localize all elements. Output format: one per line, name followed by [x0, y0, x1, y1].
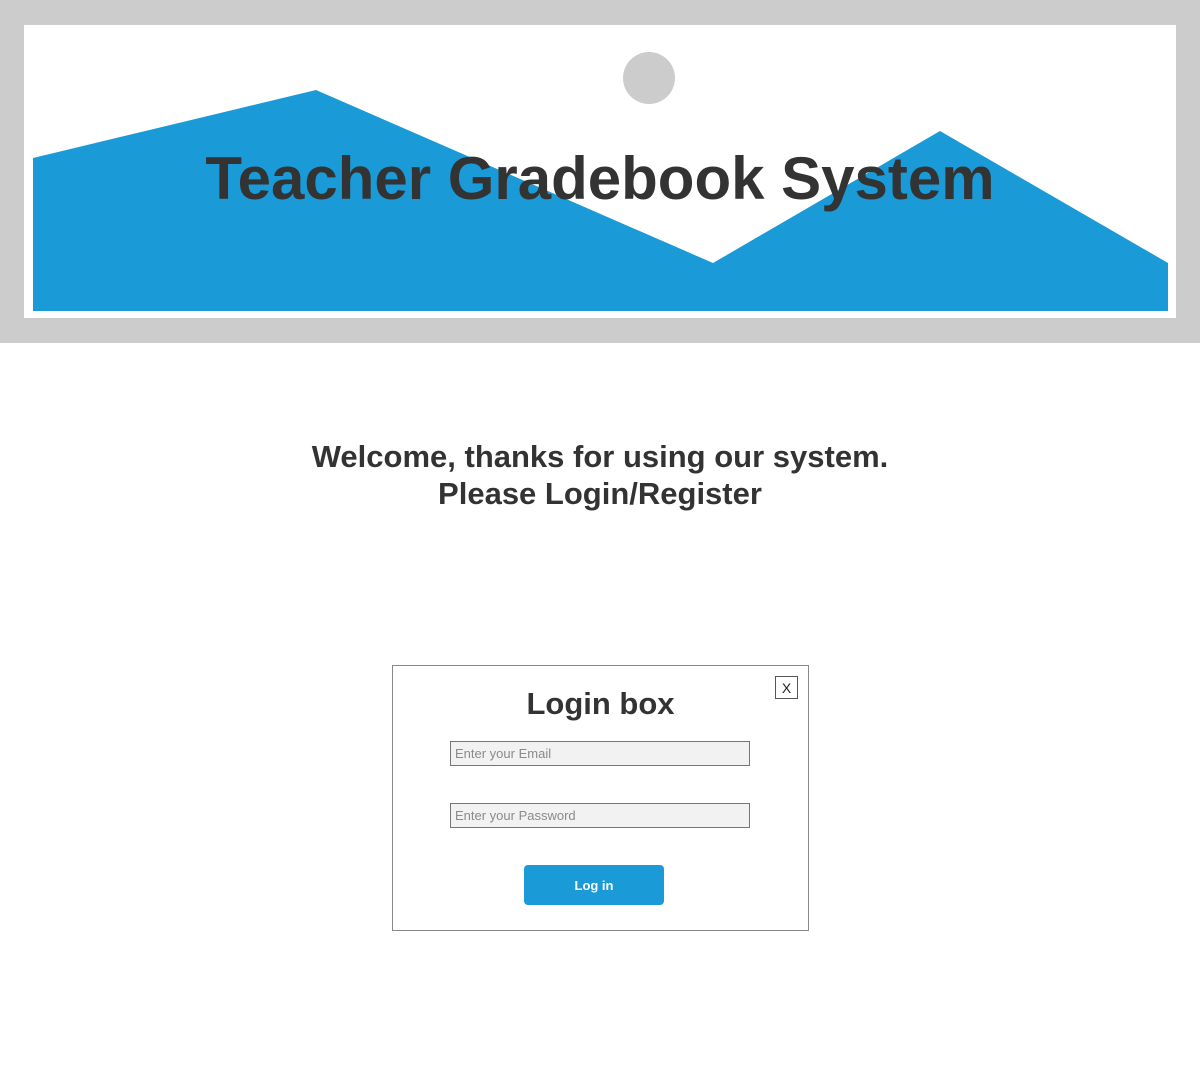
- site-title: Teacher Gradebook System: [205, 145, 995, 212]
- email-field[interactable]: [450, 741, 750, 766]
- welcome-line-2: Please Login/Register: [438, 476, 762, 511]
- login-button[interactable]: Log in: [524, 865, 664, 905]
- login-box-title: Login box: [526, 686, 675, 721]
- welcome-line-1: Welcome, thanks for using our system.: [311, 439, 889, 474]
- site-header: Teacher Gradebook System: [0, 0, 1200, 343]
- welcome-message: Welcome, thanks for using our system. Pl…: [0, 438, 1200, 512]
- header-banner: Teacher Gradebook System: [24, 25, 1176, 318]
- login-box: X Login box Log in: [392, 665, 809, 931]
- sun-circle: [623, 52, 675, 104]
- password-field[interactable]: [450, 803, 750, 828]
